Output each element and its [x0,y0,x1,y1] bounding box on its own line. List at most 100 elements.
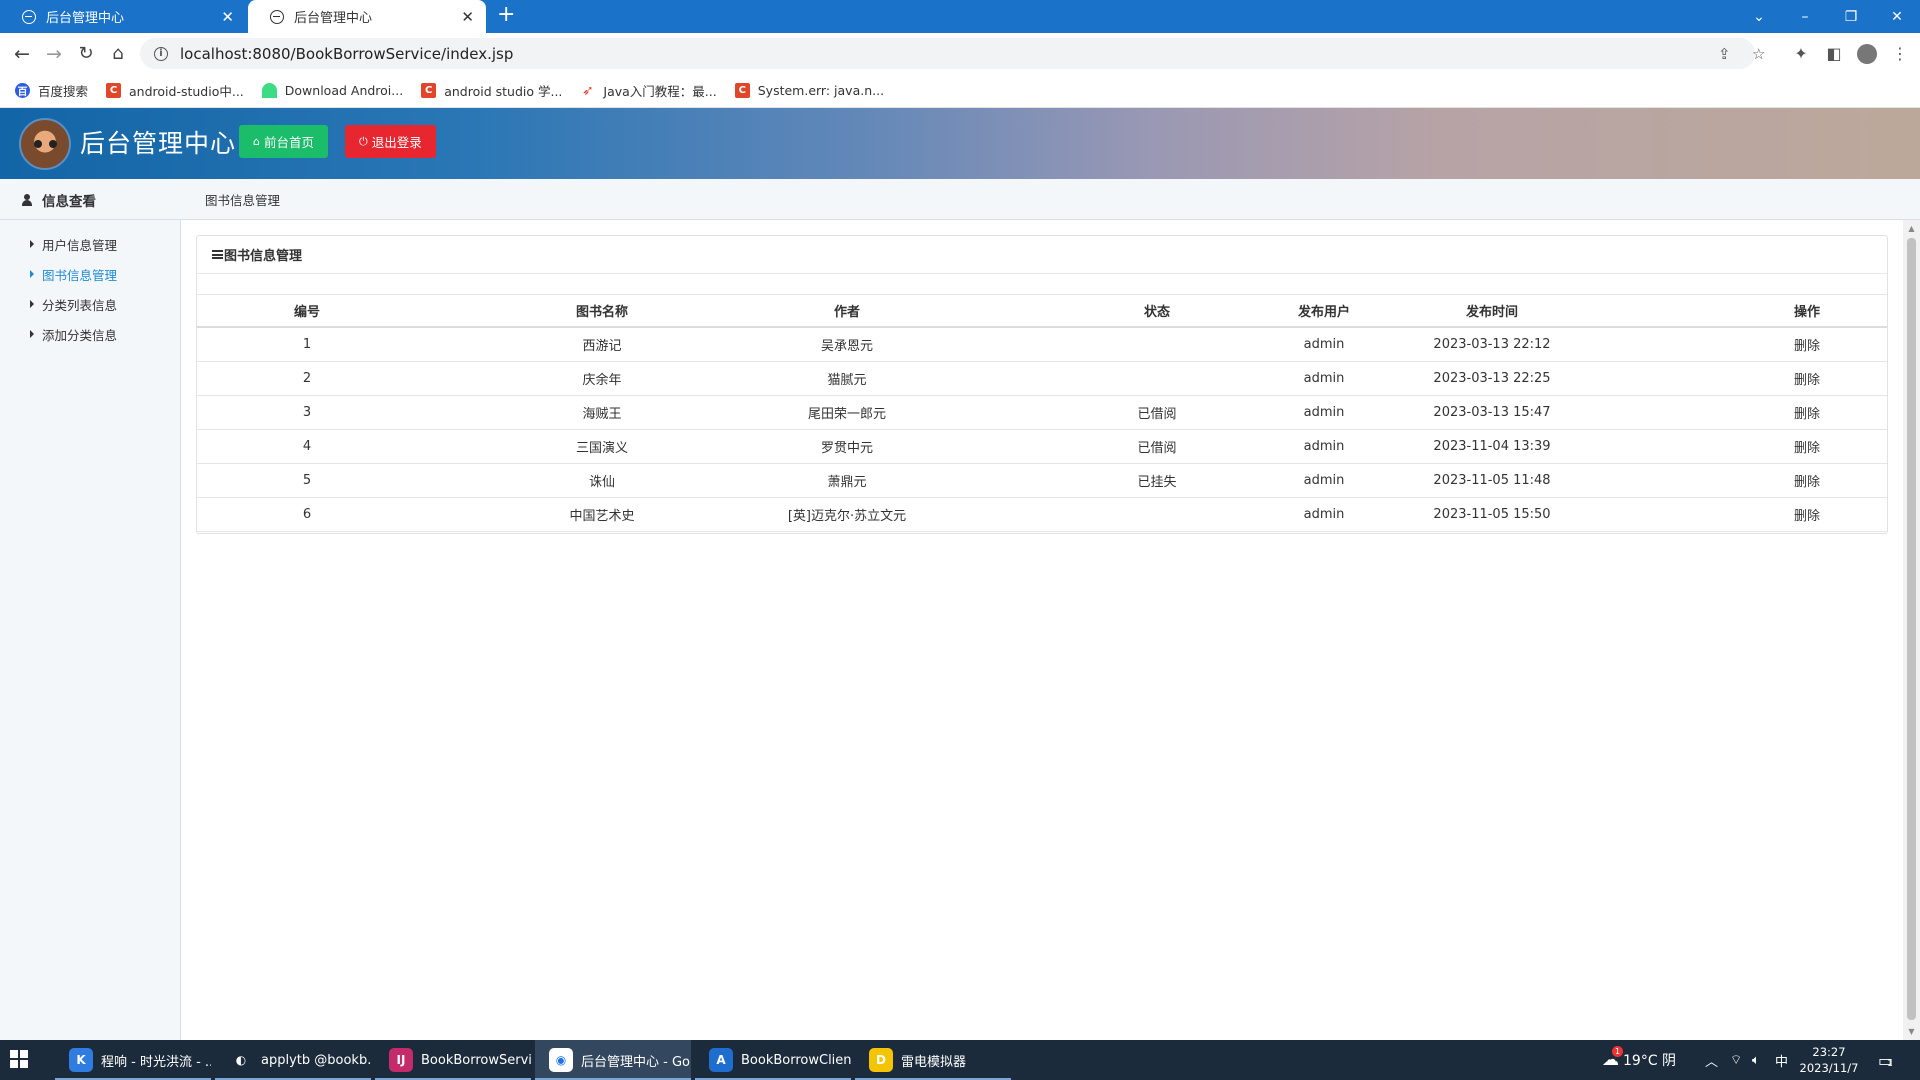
sidebar-heading: 信息查看 [0,179,181,220]
browser-toolbar: ← → ↻ ⌂ i localhost:8080/BookBorrowServi… [0,33,1920,74]
android-icon [261,83,277,98]
column-header: 状态 [1143,305,1170,320]
home-icon: ⌂ [253,135,260,148]
book-author: 猫腻元 [827,373,867,388]
profile-icon[interactable] [1852,33,1882,74]
network-icon[interactable]: ⌔ [1730,1040,1742,1080]
sidebar-item-user-management[interactable]: 用户信息管理 [0,229,180,259]
table-row: 4 三国演义 罗贯中元 已借阅 admin 2023-11-04 13:39 删除 [197,430,1887,464]
cloud-icon: ☁ 1 [1602,1046,1623,1070]
publish-time: 2023-11-05 15:50 [1433,507,1551,522]
weather-widget[interactable]: ☁ 1 19°C 阴 [1602,1040,1676,1080]
frontend-home-button[interactable]: ⌂ 前台首页 [239,125,328,158]
book-name: 西游记 [582,339,622,354]
bookmark-item[interactable]: 百 百度搜索 [15,81,88,100]
publish-user: admin [1303,507,1345,522]
caret-right-icon [30,240,34,248]
system-clock[interactable]: 23:27 2023/11/7 [1786,1044,1872,1076]
sidebar-item-add-category[interactable]: 添加分类信息 [0,319,180,349]
taskbar-app-button[interactable]: K 程响 - 时光洪流 - ... [55,1040,211,1080]
taskbar-app-label: applytb @bookb... [261,1052,371,1068]
bookmark-item[interactable]: ➶ Java入门教程：最... [580,81,717,100]
menu-kebab-icon[interactable]: ⋮ [1885,33,1915,74]
taskbar-app-button[interactable]: D 雷电模拟器 [855,1040,1011,1080]
restore-button[interactable]: ❐ [1828,0,1874,33]
browser-tab-active[interactable]: 后台管理中心 ✕ [248,0,486,33]
home-icon[interactable]: ⌂ [102,33,134,74]
book-status [1087,328,1227,361]
tab-close-icon[interactable]: ✕ [221,8,234,26]
power-icon: ⏻ [359,134,368,148]
site-info-icon[interactable]: i [154,46,168,61]
book-name: 海贼王 [582,407,622,422]
book-id: 3 [302,405,312,420]
bookmark-star-icon[interactable]: ☆ [1752,38,1765,69]
logout-button[interactable]: ⏻ 退出登录 [345,125,436,158]
delete-link[interactable]: 删除 [1757,362,1857,395]
scroll-down-icon[interactable]: ▼ [1903,1023,1920,1040]
side-panel-icon[interactable]: ◧ [1819,33,1849,74]
extensions-icon[interactable]: ✦ [1786,33,1816,74]
avatar-logo [19,118,71,170]
app-icon: ◐ [229,1048,253,1072]
csdn-icon: C [106,83,122,98]
sub-header: 信息查看 图书信息管理 [0,179,1920,220]
delete-link[interactable]: 删除 [1757,328,1857,361]
volume-icon[interactable]: 🔈︎ [1752,1040,1760,1080]
publish-user: admin [1303,405,1345,420]
bookmark-item[interactable]: C System.err: java.n... [734,83,884,98]
breadcrumb: 图书信息管理 [205,193,281,208]
delete-link[interactable]: 删除 [1757,430,1857,463]
globe-icon [270,9,284,24]
publish-user: admin [1303,371,1345,386]
user-icon [22,193,32,206]
delete-link[interactable]: 删除 [1757,464,1857,497]
notification-icon[interactable]: ▭ 1 [1878,1040,1893,1080]
new-tab-button[interactable]: + [497,2,515,27]
swift-icon: ➶ [580,82,596,99]
tab-search-icon[interactable]: ⌄ [1736,0,1782,33]
tray-expand-icon[interactable]: ︿ [1705,1040,1718,1080]
book-id: 6 [302,507,312,522]
reload-icon[interactable]: ↻ [70,33,102,74]
taskbar-app-button[interactable]: A BookBorrowClien... [695,1040,851,1080]
taskbar-app-button[interactable]: ◐ applytb @bookb... [215,1040,371,1080]
forward-arrow-icon[interactable]: → [38,33,70,74]
windows-taskbar: K 程响 - 时光洪流 - ... ◐ applytb @bookb... IJ Book… [0,1040,1920,1080]
csdn-icon: C [734,83,750,98]
taskbar-app-label: 后台管理中心 - Go... [581,1054,691,1070]
page-scrollbar[interactable]: ▲ ▼ [1903,220,1920,1040]
book-id: 1 [302,337,312,352]
delete-link[interactable]: 删除 [1757,396,1857,429]
share-icon[interactable]: ⇪ [1718,38,1731,69]
scroll-up-icon[interactable]: ▲ [1903,220,1920,237]
bookmark-item[interactable]: C android studio 学... [421,81,562,100]
app-icon: ◉ [549,1048,573,1072]
back-arrow-icon[interactable]: ← [6,33,38,74]
table-row: 6 中国艺术史 [英]迈克尔·苏立文元 admin 2023-11-05 15:50 删除 [197,498,1887,532]
address-bar[interactable]: i localhost:8080/BookBorrowService/index… [140,38,1755,69]
book-author: 吴承恩元 [820,339,873,354]
app-icon: A [709,1048,733,1072]
taskbar-app-button[interactable]: ◉ 后台管理中心 - Go... [535,1040,691,1080]
book-name: 中国艺术史 [569,509,635,524]
page-title: 后台管理中心 [80,129,237,158]
sidebar-item-book-management[interactable]: 图书信息管理 [0,259,180,289]
sidebar-item-category-list[interactable]: 分类列表信息 [0,289,180,319]
caret-right-icon [30,330,34,338]
bookmark-item[interactable]: C android-studio中... [106,81,244,100]
windows-start-icon[interactable] [10,1050,28,1068]
delete-link[interactable]: 删除 [1757,498,1857,531]
tab-close-icon[interactable]: ✕ [461,8,474,26]
book-management-panel: 图书信息管理 编号 图书名称 作者 状态 发布用户 发布时间 操作 1 西游记 吴承… [196,235,1888,534]
minimize-button[interactable]: – [1782,0,1828,33]
bookmarks-bar: 百 百度搜索 C android-studio中... Download And… [0,74,1920,108]
admin-header: 后台管理中心 ⌂ 前台首页 ⏻ 退出登录 [0,108,1920,179]
tab-title: 后台管理中心 [46,11,125,26]
browser-tab[interactable]: 后台管理中心 ✕ [0,0,246,33]
scrollbar-thumb[interactable] [1907,238,1916,1020]
taskbar-app-button[interactable]: IJ BookBorrowServi... [375,1040,531,1080]
close-window-button[interactable]: ✕ [1874,0,1920,33]
bookmark-item[interactable]: Download Androi... [261,83,403,98]
column-header: 编号 [293,305,320,320]
